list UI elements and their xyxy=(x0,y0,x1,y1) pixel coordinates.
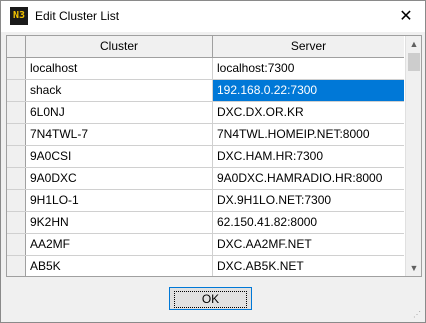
row-indicator[interactable] xyxy=(7,234,26,255)
row-indicator[interactable] xyxy=(7,190,26,211)
cell-cluster[interactable]: 9A0DXC xyxy=(26,168,213,189)
cell-server[interactable]: DX.9H1LO.NET:7300 xyxy=(213,190,404,211)
title-bar[interactable]: N3 Edit Cluster List ✕ xyxy=(1,1,425,32)
cell-server[interactable]: 192.168.0.22:7300 xyxy=(213,80,404,101)
cell-cluster[interactable]: AA2MF xyxy=(26,234,213,255)
cell-server[interactable]: DXC.HAM.HR:7300 xyxy=(213,146,404,167)
row-indicator[interactable] xyxy=(7,102,26,123)
ok-button[interactable]: OK xyxy=(169,287,252,310)
scroll-down-icon[interactable]: ▼ xyxy=(406,260,421,276)
cell-server[interactable]: DXC.AB5K.NET xyxy=(213,256,404,276)
vertical-scrollbar[interactable]: ▲ ▼ xyxy=(405,36,421,276)
table-row[interactable]: AA2MF DXC.AA2MF.NET xyxy=(7,234,404,256)
row-indicator[interactable] xyxy=(7,146,26,167)
cell-cluster[interactable]: 9A0CSI xyxy=(26,146,213,167)
resize-grip-icon[interactable]: ⋰ xyxy=(413,310,423,320)
app-icon-glyph: N3 xyxy=(12,10,26,21)
cluster-grid[interactable]: Cluster Server localhost localhost:7300 sh… xyxy=(6,35,422,277)
cell-cluster[interactable]: AB5K xyxy=(26,256,213,276)
cell-cluster[interactable]: shack xyxy=(26,80,213,101)
cell-cluster[interactable]: 6L0NJ xyxy=(26,102,213,123)
column-header-cluster[interactable]: Cluster xyxy=(26,36,213,57)
cell-server[interactable]: 9A0DXC.HAMRADIO.HR:8000 xyxy=(213,168,404,189)
grid-header: Cluster Server xyxy=(7,36,404,58)
cell-server[interactable]: DXC.DX.OR.KR xyxy=(213,102,404,123)
row-indicator[interactable] xyxy=(7,80,26,101)
cell-cluster[interactable]: localhost xyxy=(26,58,213,79)
cell-cluster[interactable]: 7N4TWL-7 xyxy=(26,124,213,145)
column-header-server[interactable]: Server xyxy=(213,36,404,57)
table-row[interactable]: 9A0CSI DXC.HAM.HR:7300 xyxy=(7,146,404,168)
table-row[interactable]: 7N4TWL-7 7N4TWL.HOMEIP.NET:8000 xyxy=(7,124,404,146)
edit-cluster-list-dialog: N3 Edit Cluster List ✕ Cluster Server lo… xyxy=(0,0,426,323)
table-row[interactable]: AB5K DXC.AB5K.NET xyxy=(7,256,404,276)
cell-cluster[interactable]: 9K2HN xyxy=(26,212,213,233)
table-row[interactable]: 9A0DXC 9A0DXC.HAMRADIO.HR:8000 xyxy=(7,168,404,190)
table-row[interactable]: 9K2HN 62.150.41.82:8000 xyxy=(7,212,404,234)
row-indicator[interactable] xyxy=(7,58,26,79)
scroll-up-icon[interactable]: ▲ xyxy=(406,36,421,52)
row-indicator[interactable] xyxy=(7,256,26,276)
table-row[interactable]: localhost localhost:7300 xyxy=(7,58,404,80)
grid-rows: localhost localhost:7300 shack 192.168.0.22… xyxy=(7,58,404,276)
window-title: Edit Cluster List xyxy=(35,9,120,23)
cell-server[interactable]: DXC.AA2MF.NET xyxy=(213,234,404,255)
table-row[interactable]: 9H1LO-1 DX.9H1LO.NET:7300 xyxy=(7,190,404,212)
table-row[interactable]: 6L0NJ DXC.DX.OR.KR xyxy=(7,102,404,124)
ok-button-label: OK xyxy=(173,291,248,308)
row-indicator[interactable] xyxy=(7,212,26,233)
row-indicator[interactable] xyxy=(7,124,26,145)
table-row[interactable]: shack 192.168.0.22:7300 xyxy=(7,80,404,102)
cell-server[interactable]: localhost:7300 xyxy=(213,58,404,79)
cell-server[interactable]: 7N4TWL.HOMEIP.NET:8000 xyxy=(213,124,404,145)
row-indicator-header xyxy=(7,36,26,57)
scroll-thumb[interactable] xyxy=(408,53,420,71)
cell-cluster[interactable]: 9H1LO-1 xyxy=(26,190,213,211)
cell-server[interactable]: 62.150.41.82:8000 xyxy=(213,212,404,233)
close-icon[interactable]: ✕ xyxy=(392,4,420,30)
app-icon: N3 xyxy=(10,7,28,25)
row-indicator[interactable] xyxy=(7,168,26,189)
